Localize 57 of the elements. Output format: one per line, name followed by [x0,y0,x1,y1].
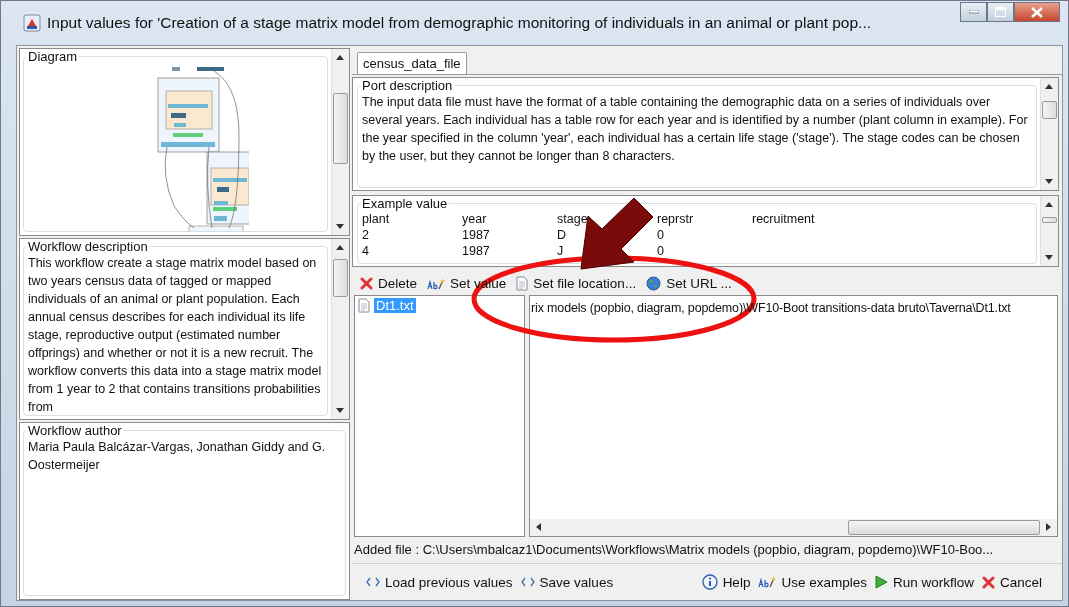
table-cell-text: 1987 [462,227,491,243]
table-cell-text: 1987 [462,243,491,259]
window-title: Input values for 'Creation of a stage matrix model from demographic monitoring of individuals in an animal or plant pop... [47,14,873,32]
footer-button[interactable]: Help [699,574,753,590]
vertical-scrollbar[interactable] [1040,78,1058,190]
port-description-text: The input data file must have the format of a table containing the demographic data on a series of individuals over several years. Each individual has a table row for each year and is identified by a number (plant column in example). For the year specified in the column 'year', each individual has a certain life stage ('stage'). The stage codes can be chosen by the user, but they cannot be longer than 8 characters. [362,94,1029,165]
minimize-button[interactable] [960,2,987,22]
document-icon [358,298,370,313]
column-header: stage [557,211,589,227]
toolbar-button[interactable]: Set file location... [514,276,639,291]
maximize-button[interactable] [987,2,1014,22]
table-cell-text: 2 [362,227,370,243]
text-wand-icon [427,276,446,291]
close-button[interactable] [1014,2,1060,22]
toolbar-button[interactable]: Set URL ... [644,276,734,291]
table-cell-text: 4 [362,243,370,259]
column-header: reprstr [657,211,695,227]
table-cell-text: 0 [657,243,665,259]
table-cell-text: 0 [657,227,665,243]
maximize-icon [995,7,1006,17]
angle-brackets-icon [520,577,535,587]
app-icon [23,14,41,32]
footer-button[interactable]: Save values [518,574,616,590]
column-header: recruitment [752,211,816,227]
document-icon [516,276,529,291]
text-wand-icon [758,575,777,589]
file-name: Dt1.txt [374,298,416,313]
footer-button[interactable]: Run workflow [872,574,976,590]
cross-icon [981,575,995,589]
play-icon [874,575,888,589]
port-tab[interactable]: census_data_file [357,52,467,74]
workflow-description-text: This workflow create a stage matrix model based on two years census data of tagged or mapped individuals of an animal or plant population. Each annual census describes for each individual its life stage, reproductive output (estimated number offprings) and whether or not it is a new recruit. The workflow converts this data into a stage matrix model from 1 year to 2 that contains transitions probabilities from [28,255,323,415]
toolbar-button[interactable]: Delete [358,276,420,291]
footer-button[interactable]: Cancel [979,574,1044,590]
column-header: year [462,211,488,227]
panel-title: Diagram [27,50,79,64]
table-cell-text: D [557,227,568,243]
panel-title: Workflow description [27,240,149,254]
workflow-author-text: Maria Paula Balcázar-Vargas, Jonathan Giddy and G. Oostermeijer [28,439,327,474]
close-icon [1031,6,1043,18]
footer-button[interactable]: Load previous values [364,574,515,590]
minimize-icon [968,10,979,14]
status-text: Added file : C:\Users\mbalcaz1\Documents\Workflows\Matrix models (popbio, diagram, popdemo)\WF10-Boo... [352,537,1062,564]
vertical-scrollbar[interactable] [331,49,349,235]
table-cell-text: J [557,243,565,259]
cross-icon [360,277,373,290]
vertical-scrollbar[interactable] [1040,196,1058,266]
footer-button[interactable]: Use examples [756,574,869,590]
globe-icon [646,276,662,291]
panel-title: Workflow author [27,424,123,438]
panel-title: Port description [361,79,454,93]
angle-brackets-icon [366,577,380,587]
vertical-scrollbar[interactable] [331,239,349,419]
column-header: plant [362,211,391,227]
horizontal-scrollbar[interactable] [530,519,1057,536]
panel-title: Example value [361,197,449,211]
info-icon [701,574,718,590]
